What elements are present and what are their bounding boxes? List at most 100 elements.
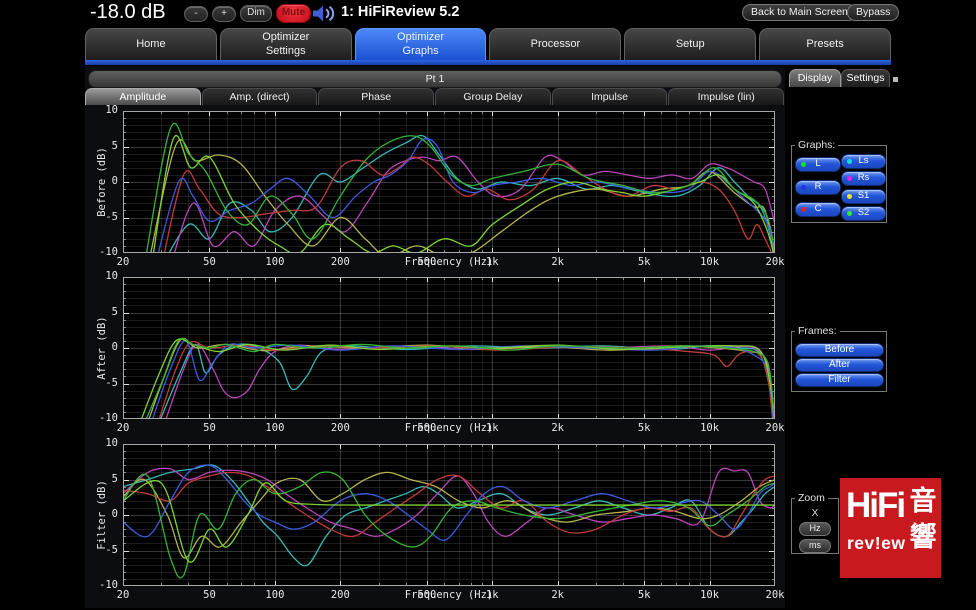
- y-axis-tick-label: -10: [85, 246, 118, 258]
- x-axis-tick-label: 2k: [551, 422, 564, 434]
- channel-button-l[interactable]: L: [795, 157, 841, 172]
- subtab-impulse-lin[interactable]: Impulse (lin): [668, 88, 784, 105]
- frame-button-before[interactable]: Before: [795, 343, 884, 357]
- after-y-ticks: 1050-5-10: [85, 277, 121, 419]
- filter-y-ticks: 1050-5-10: [85, 444, 121, 586]
- filter-graph: Filter (dB) 1050-5-10 20501002005001k2k5…: [85, 444, 785, 610]
- x-axis-tick-label: 2k: [551, 589, 564, 601]
- logo-cjk-text: 音響: [909, 484, 937, 555]
- logo-hifi-text: HiFi: [846, 486, 904, 526]
- x-axis-tick-label: 100: [265, 422, 284, 434]
- y-axis-tick-label: 5: [85, 140, 118, 152]
- y-axis-tick-label: -5: [85, 544, 118, 556]
- tab-display[interactable]: Display: [789, 69, 841, 87]
- zoom-hz-button[interactable]: Hz: [799, 522, 831, 536]
- top-bar: -18.0 dB - + Dim Mute 1: HiFiReview 5.2 …: [0, 0, 976, 27]
- tab-processor[interactable]: Processor: [489, 28, 621, 60]
- filter-plot-canvas: [123, 444, 775, 586]
- subtab-amp-direct[interactable]: Amp. (direct): [202, 88, 318, 105]
- y-axis-tick-label: 0: [85, 508, 118, 520]
- tab-optimizer-graphs[interactable]: Optimizer Graphs: [355, 28, 487, 60]
- x-axis-tick-label: 20k: [766, 589, 785, 601]
- filter-x-ticks: 20501002005001k2k5k10k20kFrequency (Hz): [123, 586, 775, 608]
- channel-rs-color-dot: [847, 176, 852, 181]
- x-axis-tick-label: 20: [117, 422, 130, 434]
- x-axis-tick-label: 200: [331, 422, 350, 434]
- y-axis-tick-label: 5: [85, 306, 118, 318]
- channel-s1-color-dot: [847, 194, 852, 199]
- y-axis-tick-label: -5: [85, 211, 118, 223]
- graphs-group: Graphs: L R C Ls Rs S1 S2: [791, 145, 887, 223]
- back-to-main-screen-button[interactable]: Back to Main Screen: [742, 4, 857, 21]
- channel-button-r[interactable]: R: [795, 180, 841, 195]
- before-plot-canvas: [123, 111, 775, 253]
- channel-ls-color-dot: [847, 159, 852, 164]
- volume-level-display: -18.0 dB: [90, 1, 166, 24]
- zoom-group: Zoom X Hz ms: [791, 498, 839, 554]
- zoom-x-label: X: [792, 508, 838, 519]
- after-graph: After (dB) 1050-5-10 20501002005001k2k5k…: [85, 277, 785, 443]
- channel-l-color-dot: [801, 162, 806, 167]
- channel-button-c[interactable]: C: [795, 202, 841, 217]
- app-title: 1: HiFiReview 5.2: [341, 4, 459, 20]
- channel-button-s1[interactable]: S1: [841, 189, 886, 204]
- channel-s2-color-dot: [847, 211, 852, 216]
- y-axis-tick-label: 10: [85, 437, 118, 449]
- y-axis-tick-label: -10: [85, 579, 118, 591]
- tab-home[interactable]: Home: [85, 28, 217, 60]
- x-axis-tick-label: 10k: [700, 256, 719, 268]
- channel-c-color-dot: [801, 207, 806, 212]
- graphs-panel: Pt 1 Amplitude Amp. (direct) Phase Group…: [85, 66, 785, 608]
- y-axis-tick-label: 0: [85, 175, 118, 187]
- tab-presets[interactable]: Presets: [759, 28, 891, 60]
- tab-optimizer-settings[interactable]: Optimizer Settings: [220, 28, 352, 60]
- volume-up-button[interactable]: +: [212, 6, 236, 22]
- before-x-ticks: 20501002005001k2k5k10k20kFrequency (Hz): [123, 253, 775, 275]
- x-axis-tick-label: 10k: [700, 589, 719, 601]
- y-axis-tick-label: -5: [85, 377, 118, 389]
- channel-button-s2[interactable]: S2: [841, 206, 886, 221]
- tab-setup[interactable]: Setup: [624, 28, 756, 60]
- zoom-group-label: Zoom: [795, 492, 828, 504]
- y-axis-tick-label: 10: [85, 104, 118, 116]
- logo-review-text: rev!ew: [847, 533, 905, 554]
- dim-button[interactable]: Dim: [240, 5, 272, 22]
- subtab-group-delay[interactable]: Group Delay: [435, 88, 551, 105]
- x-axis-tick-label: 50: [203, 256, 216, 268]
- x-axis-tick-label: 100: [265, 256, 284, 268]
- after-x-ticks: 20501002005001k2k5k10k20kFrequency (Hz): [123, 419, 775, 441]
- frame-button-after[interactable]: After: [795, 358, 884, 372]
- x-axis-tick-label: 20: [117, 589, 130, 601]
- frames-group-label: Frames:: [795, 325, 840, 337]
- subtab-impulse[interactable]: Impulse: [552, 88, 668, 105]
- subtab-amplitude[interactable]: Amplitude: [85, 88, 201, 105]
- x-axis-tick-label: 2k: [551, 256, 564, 268]
- x-axis-tick-label: 200: [331, 256, 350, 268]
- frames-group: Frames: Before After Filter: [791, 331, 887, 392]
- x-axis-tick-label: 50: [203, 589, 216, 601]
- page-title[interactable]: Pt 1: [88, 70, 782, 88]
- y-axis-tick-label: 5: [85, 473, 118, 485]
- graphs-group-label: Graphs:: [795, 139, 838, 151]
- mute-button[interactable]: Mute: [276, 4, 311, 23]
- x-axis-tick-label: 5k: [638, 422, 651, 434]
- channel-button-rs[interactable]: Rs: [841, 171, 886, 186]
- x-axis-label: Frequency (Hz): [405, 256, 494, 268]
- bypass-button[interactable]: Bypass: [847, 4, 899, 21]
- x-axis-tick-label: 50: [203, 422, 216, 434]
- x-axis-tick-label: 200: [331, 589, 350, 601]
- subtab-phase[interactable]: Phase: [318, 88, 434, 105]
- zoom-ms-button[interactable]: ms: [799, 539, 831, 553]
- graph-type-tab-bar: Amplitude Amp. (direct) Phase Group Dela…: [85, 88, 784, 105]
- after-plot-canvas: [123, 277, 775, 419]
- x-axis-tick-label: 20k: [766, 422, 785, 434]
- tab-settings[interactable]: Settings: [841, 69, 890, 87]
- frame-button-filter[interactable]: Filter: [795, 373, 884, 387]
- channel-button-ls[interactable]: Ls: [841, 154, 886, 169]
- x-axis-tick-label: 20k: [766, 256, 785, 268]
- x-axis-tick-label: 5k: [638, 589, 651, 601]
- before-graph: Before (dB) 1050-5-10 20501002005001k2k5…: [85, 111, 785, 277]
- panel-corner-marker: [893, 77, 898, 82]
- volume-down-button[interactable]: -: [184, 6, 208, 22]
- speaker-icon: [312, 4, 336, 23]
